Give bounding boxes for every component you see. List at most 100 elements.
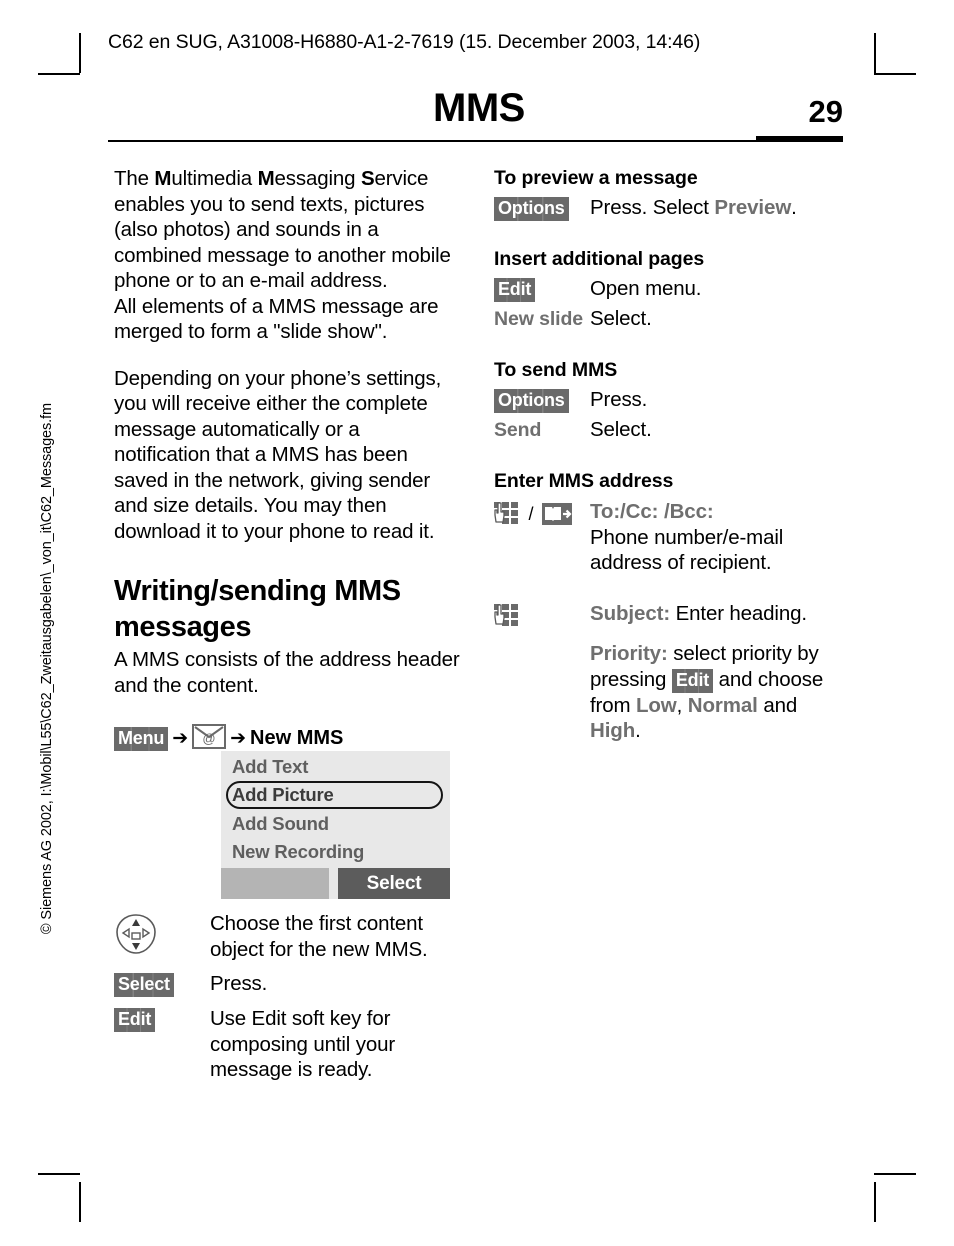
menu-item-send[interactable]: Send (494, 419, 541, 441)
edit-key-cell-2: Edit (494, 276, 590, 302)
step-row-joystick: Choose the first content object for the … (114, 911, 460, 962)
edit-key-button-insert[interactable]: Edit (494, 278, 536, 302)
send-menu-cell: Send (494, 417, 590, 443)
intro-paragraph-1b: All elements of a MMS message are merged… (114, 294, 439, 344)
left-column: The Multimedia Messaging Service enables… (114, 166, 460, 752)
row-insert-edit: Edit Open menu. (494, 276, 846, 302)
options-key-cell-1: Options (494, 195, 590, 221)
subject-line: Subject: Enter heading. (590, 601, 846, 627)
address-row-recipient: / To:/Cc: /Bcc: Phone number/e-mail addr… (494, 499, 846, 576)
priority-option-normal[interactable]: Normal (688, 694, 758, 717)
priority-option-high[interactable]: High (590, 719, 635, 742)
phone-softkey-left[interactable] (221, 868, 329, 899)
address-row-subject-priority: Subject: Enter heading. Priority: select… (494, 601, 846, 744)
intro-paragraph-2: Depending on your phone’s settings, you … (114, 366, 442, 543)
priority-t4: and (757, 693, 798, 717)
address-row-text: To:/Cc: /Bcc: Phone number/e-mail addres… (590, 499, 846, 576)
menu-item-preview[interactable]: Preview (714, 196, 791, 219)
row-preview-options: Options Press. Select Preview. (494, 195, 846, 221)
address-row-icons: / (494, 499, 590, 525)
subject-label: Subject: (590, 601, 671, 625)
select-key-cell: Select (114, 971, 210, 997)
crop-mark-bottom-left-vertical (79, 1182, 81, 1222)
running-header: C62 en SUG, A31008-H6880-A1-2-7619 (15. … (108, 31, 701, 53)
row-desc-open-menu: Open menu. (590, 277, 702, 300)
section-heading: Writing/sending MMS messages (114, 575, 401, 643)
row-desc-select-newslide: Select. (590, 307, 652, 330)
address-block: / To:/Cc: /Bcc: Phone number/e-mail addr… (494, 499, 846, 744)
arrow-icon-1: ➔ (172, 728, 189, 749)
edit-key-cell: Edit (114, 1006, 210, 1032)
step-row-edit: Edit Use Edit soft key for composing unt… (114, 1006, 460, 1083)
joystick-icon-cell (114, 911, 210, 956)
crop-mark-bottom-left-horizontal (38, 1173, 80, 1175)
phone-menu-item-add-picture[interactable]: Add Picture (232, 784, 334, 806)
page-title-band: MMS 29 (108, 86, 843, 144)
menu-navigation-path: Menu ➔ @ ➔ New MMS (114, 724, 460, 752)
options-key-button-preview[interactable]: Options (494, 197, 569, 221)
step-row-select: Select Press. (114, 971, 460, 997)
priority-t3: , (676, 693, 688, 717)
intro-b1: M (154, 167, 172, 190)
menu-key-button[interactable]: Menu (114, 727, 169, 751)
subheading-send-mms: To send MMS (494, 359, 618, 381)
priority-label: Priority: (590, 642, 668, 665)
crop-mark-top-left-horizontal (38, 73, 80, 75)
messages-envelope-at-icon: @ (192, 724, 227, 749)
row-send-select: Send Select. (494, 417, 846, 443)
keypad-hand-icon (494, 502, 518, 524)
address-fields-label: To:/Cc: /Bcc: (590, 500, 714, 523)
menu-item-new-slide[interactable]: New slide (494, 308, 583, 330)
subject-row-icons (494, 601, 590, 627)
priority-t5: . (635, 719, 641, 742)
row-desc-select-send: Select. (590, 418, 652, 441)
edit-key-button-priority[interactable]: Edit (671, 668, 714, 693)
keypad-hand-icon (494, 603, 518, 626)
right-column: To preview a message Options Press. Sele… (494, 166, 846, 744)
phonebook-icon (541, 503, 572, 525)
options-key-button-send[interactable]: Options (494, 389, 569, 413)
crop-mark-bottom-right-vertical (874, 1182, 876, 1222)
preview-desc-pre: Press. Select (590, 196, 715, 219)
title-rule-thin (108, 140, 756, 142)
priority-line: Priority: select priority by pressing Ed… (590, 641, 846, 744)
intro-t3: essaging (274, 167, 361, 190)
crop-mark-top-left-vertical (79, 33, 81, 73)
step-desc-choose: Choose the first content object for the … (210, 912, 428, 961)
section-paragraph: A MMS consists of the address header and… (114, 648, 460, 697)
subject-priority-text: Subject: Enter heading. Priority: select… (590, 601, 846, 744)
side-note-filepath: © Siemens AG 2002, I:\Mobil\L55\C62_Zwei… (39, 403, 55, 935)
subject-desc: Enter heading. (670, 601, 807, 625)
page-number: 29 (808, 94, 843, 129)
crop-mark-top-right-vertical (874, 33, 876, 73)
phone-screen-mockup: Add Text Add Picture Add Sound New Recor… (221, 751, 450, 899)
subheading-enter-address: Enter MMS address (494, 470, 674, 492)
joystick-icon (116, 914, 156, 954)
page-title: MMS (433, 86, 525, 130)
svg-text:@: @ (203, 731, 216, 746)
phone-menu-item-add-sound[interactable]: Add Sound (232, 813, 329, 835)
select-key-button[interactable]: Select (114, 973, 174, 997)
preview-desc-post: . (791, 196, 797, 219)
intro-b3: S (360, 167, 375, 190)
new-slide-cell: New slide (494, 306, 590, 332)
subheading-insert-pages: Insert additional pages (494, 248, 705, 270)
priority-option-low[interactable]: Low (636, 694, 677, 717)
phone-menu-item-add-text[interactable]: Add Text (232, 756, 308, 778)
crop-mark-top-right-horizontal (874, 73, 916, 75)
phone-softkey-right-select[interactable]: Select (338, 868, 450, 899)
phone-menu-item-new-recording[interactable]: New Recording (232, 841, 364, 863)
left-column-steps: Choose the first content object for the … (114, 908, 460, 1083)
title-rule-thick (756, 136, 843, 142)
intro-paragraph-1: The Multimedia Messaging Service enables… (114, 166, 460, 294)
options-key-cell-2: Options (494, 387, 590, 413)
intro-t2: ultimedia (171, 167, 258, 190)
edit-key-button[interactable]: Edit (114, 1008, 156, 1032)
icon-separator-slash: / (528, 504, 534, 524)
intro-t1: The (114, 167, 155, 190)
address-fields-desc: Phone number/e-mail address of recipient… (590, 525, 784, 575)
row-send-options: Options Press. (494, 387, 846, 413)
row-insert-newslide: New slide Select. (494, 306, 846, 332)
step-desc-press: Press. (210, 972, 268, 995)
nav-target-label: New MMS (250, 727, 344, 749)
